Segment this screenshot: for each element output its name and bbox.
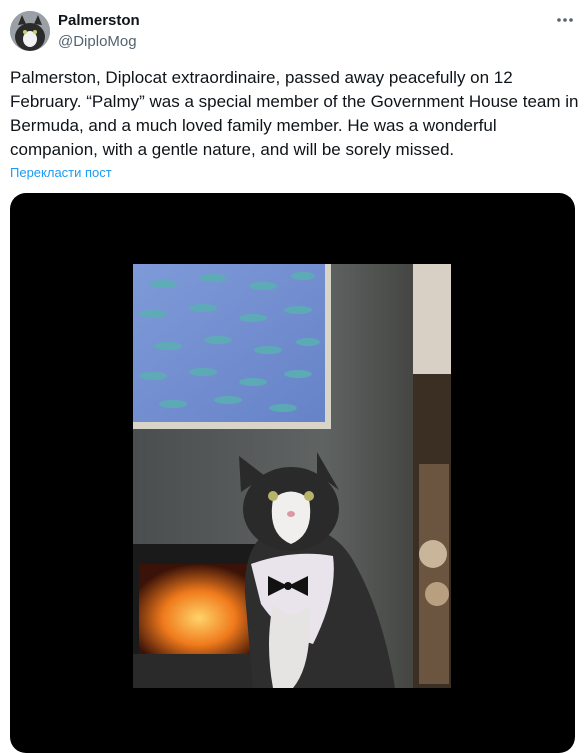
cat-photo-image xyxy=(133,264,451,688)
cat-photo xyxy=(133,264,451,688)
avatar[interactable] xyxy=(10,11,50,51)
translate-post-link[interactable]: Перекласти пост xyxy=(10,164,112,182)
more-icon xyxy=(557,18,573,22)
more-options-button[interactable] xyxy=(555,10,575,30)
display-name[interactable]: Palmerston xyxy=(58,11,140,31)
cat-avatar-icon xyxy=(10,11,50,51)
tweet-text: Palmerston, Diplocat extraordinaire, pas… xyxy=(10,68,579,159)
tweet-media[interactable] xyxy=(10,193,575,753)
user-handle[interactable]: @DiploMog xyxy=(58,32,137,52)
